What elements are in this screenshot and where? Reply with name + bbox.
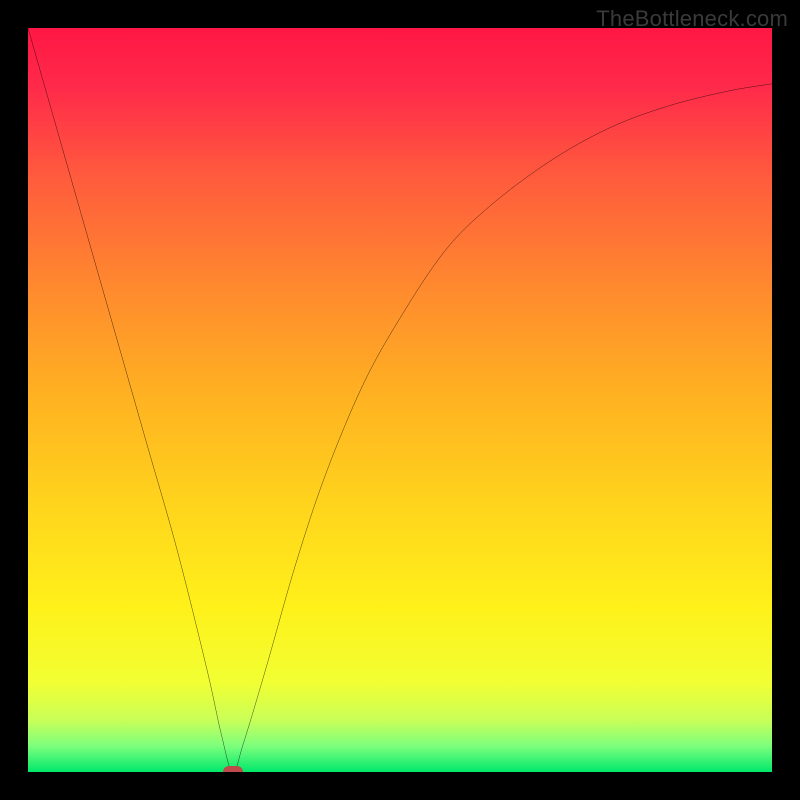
chart-frame: TheBottleneck.com (0, 0, 800, 800)
plot-area (28, 28, 772, 772)
watermark-label: TheBottleneck.com (596, 6, 788, 32)
bottleneck-curve (28, 28, 772, 772)
optimal-point-marker (223, 766, 243, 772)
